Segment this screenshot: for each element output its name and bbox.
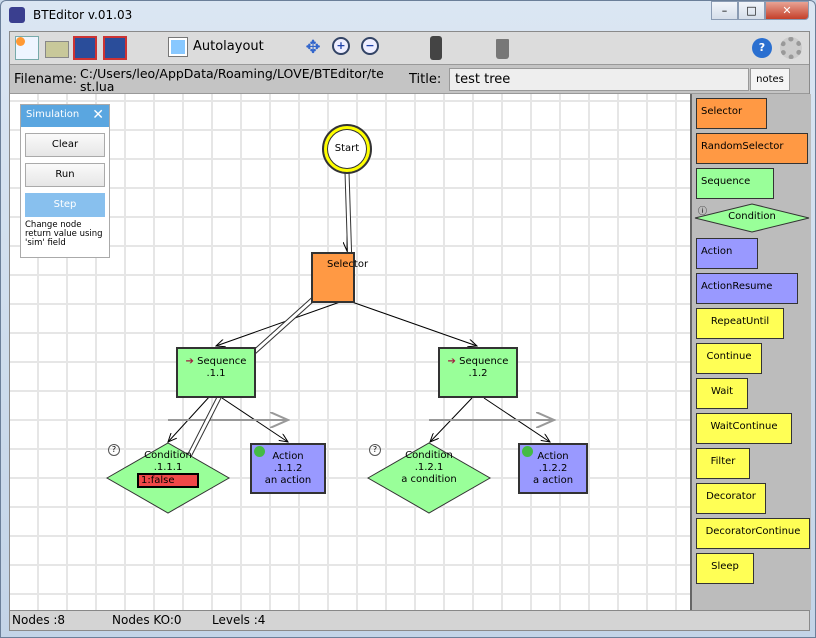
start-label: Start	[334, 143, 360, 154]
levels-count: Levels :4	[212, 613, 266, 627]
selector-node[interactable]: Selector	[311, 252, 368, 303]
trash-icon[interactable]	[496, 39, 509, 59]
node-id: .1.1.2	[273, 463, 303, 474]
zoom-in-icon[interactable]: +	[332, 37, 350, 55]
file-bar: Filename: C:/Users/leo/AppData/Roaming/L…	[10, 64, 809, 94]
simulation-hint: Change node return value using 'sim' fie…	[25, 220, 103, 248]
palette-item-actionresume[interactable]: ActionResume	[696, 273, 798, 304]
node-id: .1.2	[468, 368, 488, 379]
palette-item-repeatuntil[interactable]: RepeatUntil	[696, 308, 784, 339]
title-label: Title:	[409, 72, 442, 87]
simulation-title: Simulation	[26, 109, 80, 120]
close-icon[interactable]: ✕	[92, 107, 104, 123]
palette-item-label: DecoratorContinue	[705, 526, 801, 537]
sim-result-field[interactable]: 1:false	[137, 473, 199, 488]
palette-item-label: Sleep	[711, 561, 739, 572]
title-input[interactable]: test tree	[449, 68, 749, 91]
sequence-node-1-2[interactable]: ➔ Sequence .1.2	[438, 347, 518, 398]
palette-item-label: Decorator	[706, 491, 756, 502]
check-icon	[254, 446, 265, 457]
palette-item-filter[interactable]: Filter	[696, 448, 750, 479]
node-name: Sequence	[459, 356, 509, 367]
sequence-node-1-1[interactable]: ➔ Sequence .1.1	[176, 347, 256, 398]
palette-item-decoratorcontinue[interactable]: DecoratorContinue	[696, 518, 810, 549]
node-palette: Selector RandomSelector Sequence ⓘ Condition…	[690, 94, 811, 610]
nodes-ko-count: Nodes KO:0	[112, 613, 182, 627]
palette-item-selector[interactable]: Selector	[696, 98, 767, 129]
palette-item-continue[interactable]: Continue	[696, 343, 762, 374]
app-icon	[9, 7, 25, 23]
step-button[interactable]: Step	[25, 193, 105, 217]
save-icon[interactable]	[73, 36, 97, 60]
palette-item-sequence[interactable]: Sequence	[696, 168, 774, 199]
nodes-count: Nodes :8	[12, 613, 66, 627]
move-icon[interactable]: ✥	[303, 38, 323, 58]
selector-label: Selector	[327, 259, 369, 270]
simulation-panel: Simulation ✕ Clear Run Step Change node r…	[20, 104, 110, 258]
settings-gear-icon[interactable]	[780, 37, 802, 59]
minimize-button[interactable]: –	[711, 1, 738, 20]
node-name: Condition	[405, 450, 453, 461]
autolayout-label: Autolayout	[193, 39, 264, 54]
palette-item-label: Selector	[701, 106, 743, 117]
palette-item-randomselector[interactable]: RandomSelector	[696, 133, 808, 164]
palette-item-label: Continue	[706, 351, 752, 362]
node-id: .1.1.1	[153, 462, 183, 473]
palette-item-label: RepeatUntil	[710, 316, 770, 327]
palette-item-label: Sequence	[701, 176, 751, 187]
palette-item-label: RandomSelector	[701, 141, 784, 152]
tree-canvas[interactable]: Start Selector ➔ Sequence .1.1 ➔ Sequence…	[10, 94, 690, 610]
palette-item-label: Action	[701, 246, 733, 257]
node-desc: an action	[264, 475, 312, 486]
node-desc: a action	[532, 475, 574, 486]
palette-item-condition[interactable]: ⓘ Condition	[694, 203, 810, 233]
action-node-1-2-2[interactable]: Action .1.2.2 a action	[518, 443, 588, 494]
node-id: .1.2.2	[538, 463, 568, 474]
palette-item-action[interactable]: Action	[696, 238, 758, 269]
node-desc: a condition	[401, 474, 457, 485]
arrow-icon: ➔	[185, 356, 194, 367]
traffic-light-icon[interactable]	[430, 36, 442, 60]
help-icon[interactable]: ?	[752, 38, 772, 58]
filename-label: Filename:	[14, 72, 78, 87]
palette-item-wait[interactable]: Wait	[696, 378, 748, 409]
run-button[interactable]: Run	[25, 163, 105, 187]
new-file-icon[interactable]	[16, 37, 25, 46]
palette-item-sleep[interactable]: Sleep	[696, 553, 754, 584]
node-name: Condition	[144, 450, 192, 461]
zoom-out-icon[interactable]: −	[361, 37, 379, 55]
palette-item-decorator[interactable]: Decorator	[696, 483, 766, 514]
palette-item-label: Filter	[710, 456, 736, 467]
arrow-icon: ➔	[447, 356, 456, 367]
start-node[interactable]: Start	[322, 124, 372, 174]
status-bar: Nodes :8 Nodes KO:0 Levels :4	[10, 610, 809, 630]
toolbar: Autolayout ✥ + − ?	[10, 32, 809, 64]
node-id: .1.2.1	[414, 462, 444, 473]
palette-item-label: Condition	[728, 211, 776, 222]
palette-item-label: ActionResume	[701, 281, 773, 292]
node-name: Sequence	[197, 356, 247, 367]
save-as-icon[interactable]	[103, 36, 127, 60]
action-node-1-1-2[interactable]: Action .1.1.2 an action	[250, 443, 326, 494]
autolayout-checkbox[interactable]	[168, 37, 188, 57]
open-folder-icon[interactable]	[45, 41, 69, 58]
node-id: .1.1	[206, 368, 226, 379]
node-name: Action	[272, 451, 304, 462]
palette-item-waitcontinue[interactable]: WaitContinue	[696, 413, 792, 444]
app-window: BTEditor v.01.03 – □ ✕ Autolayout ✥ + − …	[0, 0, 816, 638]
maximize-button[interactable]: □	[738, 1, 765, 20]
window-title: BTEditor v.01.03	[33, 8, 133, 22]
notes-button[interactable]: notes	[750, 68, 790, 91]
palette-item-label: WaitContinue	[710, 421, 778, 432]
node-name: Action	[537, 451, 569, 462]
clear-button[interactable]: Clear	[25, 133, 105, 157]
palette-item-label: Wait	[710, 386, 734, 397]
close-button[interactable]: ✕	[765, 1, 809, 20]
filename-value: C:/Users/leo/AppData/Roaming/LOVE/BTEdit…	[80, 66, 384, 94]
check-icon	[522, 446, 533, 457]
